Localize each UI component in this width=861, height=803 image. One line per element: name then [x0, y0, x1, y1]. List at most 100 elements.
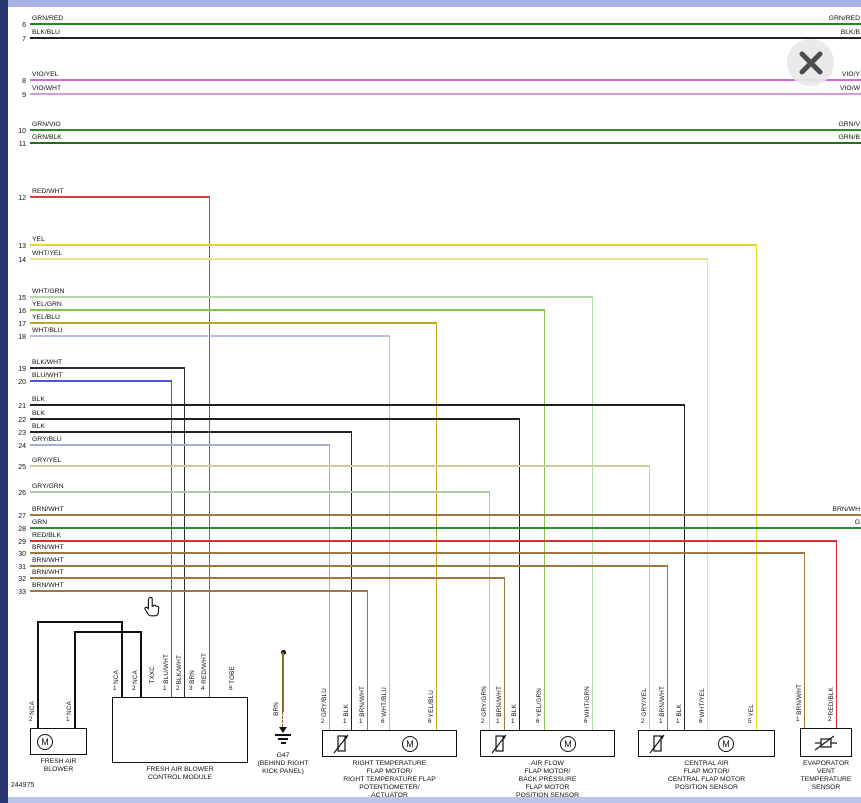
central-air-flap-motor-pin-label: BRN/WHT	[659, 686, 666, 717]
wire-9	[30, 93, 861, 95]
wire-number-33: 33	[8, 589, 26, 596]
wire-color-label-11: GRN/BLK	[32, 134, 62, 141]
g47-wire-color-label: BRN	[273, 702, 280, 716]
g47-wire	[282, 652, 284, 712]
right-temperature-flap-motor-pin-label: YEL/BLU	[428, 690, 435, 717]
wire-color-label-25: GRY/YEL	[32, 457, 61, 464]
right-temperature-flap-motor-pin-number: 2	[321, 718, 325, 725]
blower-wire-pin2-seg	[37, 622, 39, 728]
wire-22	[30, 418, 520, 420]
fresh-air-blower-control-module-pin-label: RED/WHT	[201, 653, 208, 684]
right-temperature-flap-motor-pin-label: BRN/WHT	[359, 686, 366, 717]
wire-color-label-26: GRY/GRN	[32, 483, 64, 490]
wire-12-drop	[209, 197, 211, 697]
wire-number-8: 8	[8, 78, 26, 85]
wire-right-label-27: BRN/WH	[832, 506, 860, 513]
central-air-flap-motor-pin-label: GRY/YEL	[641, 688, 648, 717]
wire-color-label-7: BLK/BLU	[32, 29, 60, 36]
wire-number-9: 9	[8, 92, 26, 99]
wire-6	[30, 23, 861, 25]
wire-number-17: 17	[8, 321, 26, 328]
wire-21	[30, 404, 685, 406]
wire-number-21: 21	[8, 403, 26, 410]
wire-number-23: 23	[8, 430, 26, 437]
wire-right-label-11: GRN/B	[838, 134, 860, 141]
wire-number-6: 6	[8, 22, 26, 29]
wire-color-label-13: YEL	[32, 236, 45, 243]
evaporator-vent-temperature-sensor-label: VENT	[751, 768, 861, 776]
fresh-air-blower-pin-number: 1	[66, 716, 70, 723]
wire-color-label-14: WHT/YEL	[32, 250, 62, 257]
wire-23-drop	[351, 432, 353, 730]
wire-color-label-10: GRN/VIO	[32, 121, 61, 128]
wire-32-drop	[504, 578, 506, 730]
right-temperature-flap-motor-pin-label: GRY/BLU	[321, 688, 328, 717]
fresh-air-blower-control-module-pin-number: 2	[176, 685, 180, 692]
wire-31	[30, 565, 668, 567]
fresh-air-blower-control-module-pin-number: 1	[163, 685, 167, 692]
wire-color-label-6: GRN/RED	[32, 15, 63, 22]
right-temperature-flap-motor-pin-number: 6	[381, 718, 385, 725]
wire-31-drop	[667, 566, 669, 730]
central-air-flap-motor-pin-number: 1	[676, 718, 680, 725]
central-air-flap-motor-pin-number: 5	[748, 718, 752, 725]
central-air-flap-motor-pin-number: 2	[641, 718, 645, 725]
fresh-air-blower-control-module-pin-label: BRN	[189, 670, 196, 684]
fresh-air-blower-pin-label: NCA	[29, 701, 36, 715]
wire-10	[30, 129, 861, 131]
wire-color-label-30: BRN/WHT	[32, 544, 64, 551]
central-air-flap-motor-pin-label: YEL	[748, 704, 755, 717]
wire-number-14: 14	[8, 257, 26, 264]
wire-13-drop	[756, 245, 758, 730]
wire-right-label-6: GRN/RED	[829, 15, 860, 22]
wire-right-label-7: BLK/B	[841, 29, 860, 36]
air-flow-flap-motor-label: BACK PRESSURE	[473, 776, 623, 784]
fresh-air-blower-control-module-box	[112, 697, 248, 763]
g47-arrowhead	[279, 727, 287, 733]
diagram-canvas: 6GRN/REDGRN/RED7BLK/BLUBLK/B8VIO/YELVIO/…	[0, 0, 861, 803]
wire-number-18: 18	[8, 334, 26, 341]
wire-27	[30, 514, 861, 516]
wire-30-drop	[804, 553, 806, 728]
wire-color-label-31: BRN/WHT	[32, 557, 64, 564]
wire-color-label-21: BLK	[32, 396, 45, 403]
motor-icon: M	[718, 736, 734, 752]
wire-14-drop	[707, 259, 709, 730]
wire-color-label-19: BLK/WHT	[32, 359, 62, 366]
fresh-air-blower-control-module-label: FRESH AIR BLOWER	[105, 766, 255, 774]
air-flow-flap-motor-label: FLAP MOTOR	[473, 784, 623, 792]
wire-20-drop	[171, 381, 173, 697]
wire-color-label-16: YEL/GRN	[32, 301, 62, 308]
air-flow-flap-motor-pin-label: WHT/GRN	[584, 686, 591, 717]
fresh-air-blower-control-module-pin-number: 4	[201, 685, 205, 692]
potentiometer-icon	[490, 733, 510, 760]
blower-wire-pin2-seg	[37, 621, 123, 623]
evaporator-vent-temperature-sensor-pin-number: 1	[796, 716, 800, 723]
top-window-edge	[8, 0, 861, 7]
right-temperature-flap-motor-pin-number: 6	[428, 718, 432, 725]
wire-25	[30, 465, 650, 467]
close-button[interactable]	[787, 39, 834, 86]
wire-color-label-8: VIO/YEL	[32, 71, 58, 78]
evaporator-vent-temperature-sensor-pin-label: RED/BLK	[828, 687, 835, 715]
wire-17	[30, 322, 437, 324]
fresh-air-blower-control-module-pin-number: 2	[132, 685, 136, 692]
wire-number-22: 22	[8, 417, 26, 424]
wire-18-drop	[389, 336, 391, 730]
wire-8	[30, 79, 861, 81]
evaporator-vent-temperature-sensor-label: TEMPERATURE	[751, 776, 861, 784]
wire-29-drop	[836, 541, 838, 728]
wire-number-10: 10	[8, 128, 26, 135]
air-flow-flap-motor-pin-number: 6	[584, 718, 588, 725]
wire-color-label-17: YEL/BLU	[32, 314, 60, 321]
hand-cursor-icon	[141, 596, 163, 620]
wire-24	[30, 444, 330, 446]
right-temperature-flap-motor-pin-label: WHT/BLU	[381, 687, 388, 717]
fresh-air-blower-control-module-pin-label: BLK/WHT	[176, 655, 183, 684]
air-flow-flap-motor-pin-label: BLK	[511, 704, 518, 717]
wire-23	[30, 431, 352, 433]
wire-number-25: 25	[8, 464, 26, 471]
wiring-diagram-page: 6GRN/REDGRN/RED7BLK/BLUBLK/B8VIO/YELVIO/…	[0, 0, 861, 803]
close-icon	[798, 50, 824, 76]
wire-color-label-9: VIO/WHT	[32, 85, 61, 92]
